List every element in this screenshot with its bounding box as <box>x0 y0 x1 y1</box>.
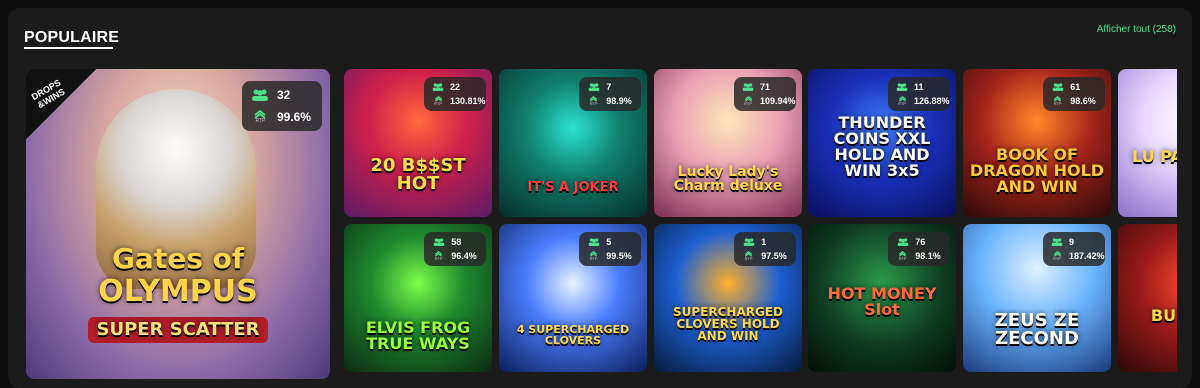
rtp-icon: RTP <box>432 96 444 106</box>
rtp-icon: RTP <box>587 251 600 261</box>
rtp-icon: RTP <box>896 251 909 261</box>
players-count: 76 <box>915 237 926 247</box>
popular-games-panel: POPULAIRE Afficher tout (258) DROPS &WIN… <box>8 8 1192 388</box>
game-tile[interactable]: ZEUS ZE ZECOND 9 RTP 187.42% <box>963 224 1111 372</box>
game-tile[interactable]: HOT MONEY Slot 76 RTP 98.1% <box>808 224 956 372</box>
game-title: ELVIS FROG TRUE WAYS <box>365 318 471 353</box>
game-artwork <box>1118 69 1177 217</box>
rtp-value: 187.42% <box>1069 251 1105 261</box>
game-stats: 61 RTP 98.6% <box>1043 77 1105 111</box>
game-title: 4 SUPERCHARGED CLOVERS <box>516 323 630 347</box>
players-icon <box>587 83 600 91</box>
game-title: LU PA BONUS <box>1131 147 1177 166</box>
players-icon <box>896 238 909 246</box>
players-icon <box>587 238 600 246</box>
rtp-icon: RTP <box>432 251 445 261</box>
rtp-icon: RTP <box>587 96 600 106</box>
game-title: SUPERCHARGED CLOVERS HOLD AND WIN <box>672 305 783 343</box>
game-title: Gates of OLYMPUS SUPER SCATTER <box>26 245 330 343</box>
rtp-value: 98.9% <box>606 96 632 106</box>
rtp-icon: RTP <box>742 251 755 261</box>
game-stats: 71 RTP 109.94% <box>734 77 796 111</box>
game-tile[interactable]: BU CHILL <box>1118 224 1177 372</box>
players-count: 5 <box>606 237 612 247</box>
players-count: 61 <box>1070 82 1081 92</box>
game-title: BOOK OF DRAGON HOLD AND WIN <box>969 145 1105 196</box>
game-stats: 58 RTP 96.4% <box>424 232 486 266</box>
players-count: 9 <box>1069 237 1075 247</box>
rtp-icon: RTP <box>250 110 271 124</box>
rtp-icon: RTP <box>1051 251 1063 261</box>
rtp-value: 99.6% <box>276 110 312 124</box>
players-count: 1 <box>761 237 767 247</box>
game-tile[interactable]: 20 B$$ST HOT 22 RTP 130.81% <box>344 69 492 217</box>
game-tile[interactable]: 4 SUPERCHARGED CLOVERS 5 RTP 99.5% <box>499 224 647 372</box>
game-tile-featured[interactable]: DROPS &WINS 32 RTP 99.6% Gates of OLYMPU… <box>26 69 330 379</box>
game-tile[interactable]: THUNDER COINS XXL HOLD AND WIN 3x5 11 RTP 1… <box>808 69 956 217</box>
players-count: 32 <box>276 88 291 102</box>
game-artwork <box>1118 224 1177 372</box>
game-stats: 1 RTP 97.5% <box>734 232 796 266</box>
players-icon <box>432 83 444 91</box>
players-count: 7 <box>606 82 612 92</box>
rtp-value: 109.94% <box>760 96 796 106</box>
players-icon <box>742 238 755 246</box>
players-icon <box>896 83 908 91</box>
game-stats: 9 RTP 187.42% <box>1043 232 1105 266</box>
players-icon <box>1051 83 1064 91</box>
game-stats: 11 RTP 126.88% <box>888 77 950 111</box>
game-stats: 76 RTP 98.1% <box>888 232 950 266</box>
rtp-value: 130.81% <box>450 96 486 106</box>
game-title: HOT MONEY Slot <box>827 284 937 319</box>
players-icon <box>250 89 271 101</box>
game-title: 20 B$$ST HOT <box>370 155 466 194</box>
players-count: 22 <box>450 82 461 92</box>
game-tile[interactable]: IT'S A JOKER 7 RTP 98.9% <box>499 69 647 217</box>
players-count: 71 <box>760 82 771 92</box>
games-carousel[interactable]: DROPS &WINS 32 RTP 99.6% Gates of OLYMPU… <box>26 69 1177 388</box>
game-title: ZEUS ZE ZECOND <box>994 310 1080 349</box>
game-title: BU CHILL <box>1150 306 1177 325</box>
rtp-value: 98.1% <box>915 251 941 261</box>
game-stats: 5 RTP 99.5% <box>579 232 641 266</box>
view-all-link[interactable]: Afficher tout (258) <box>1097 24 1176 35</box>
game-stats: 7 RTP 98.9% <box>579 77 641 111</box>
players-count: 58 <box>451 237 462 247</box>
rtp-value: 126.88% <box>914 96 950 106</box>
rtp-value: 96.4% <box>451 251 477 261</box>
game-stats: 22 RTP 130.81% <box>424 77 486 111</box>
game-tile[interactable]: BOOK OF DRAGON HOLD AND WIN 61 RTP 98.6% <box>963 69 1111 217</box>
players-count: 11 <box>914 82 924 92</box>
players-icon <box>742 83 754 91</box>
game-tile[interactable]: LU PA BONUS <box>1118 69 1177 217</box>
game-stats: 32 RTP 99.6% <box>242 81 322 131</box>
rtp-value: 97.5% <box>761 251 787 261</box>
rtp-value: 98.6% <box>1070 96 1096 106</box>
game-title: Lucky Lady's Charm deluxe <box>673 164 783 194</box>
title-underline <box>24 47 113 49</box>
rtp-icon: RTP <box>896 96 908 106</box>
rtp-icon: RTP <box>742 96 754 106</box>
section-title: POPULAIRE <box>24 29 120 46</box>
game-title: IT'S A JOKER <box>527 180 619 195</box>
game-title: THUNDER COINS XXL HOLD AND WIN 3x5 <box>833 113 931 180</box>
game-tile[interactable]: ELVIS FROG TRUE WAYS 58 RTP 96.4% <box>344 224 492 372</box>
players-icon <box>432 238 445 246</box>
rtp-value: 99.5% <box>606 251 632 261</box>
players-icon <box>1051 238 1063 246</box>
game-tile[interactable]: Lucky Lady's Charm deluxe 71 RTP 109.94% <box>654 69 802 217</box>
drops-wins-badge: DROPS &WINS <box>26 69 96 139</box>
rtp-icon: RTP <box>1051 96 1064 106</box>
game-tile[interactable]: SUPERCHARGED CLOVERS HOLD AND WIN 1 RTP 97.… <box>654 224 802 372</box>
